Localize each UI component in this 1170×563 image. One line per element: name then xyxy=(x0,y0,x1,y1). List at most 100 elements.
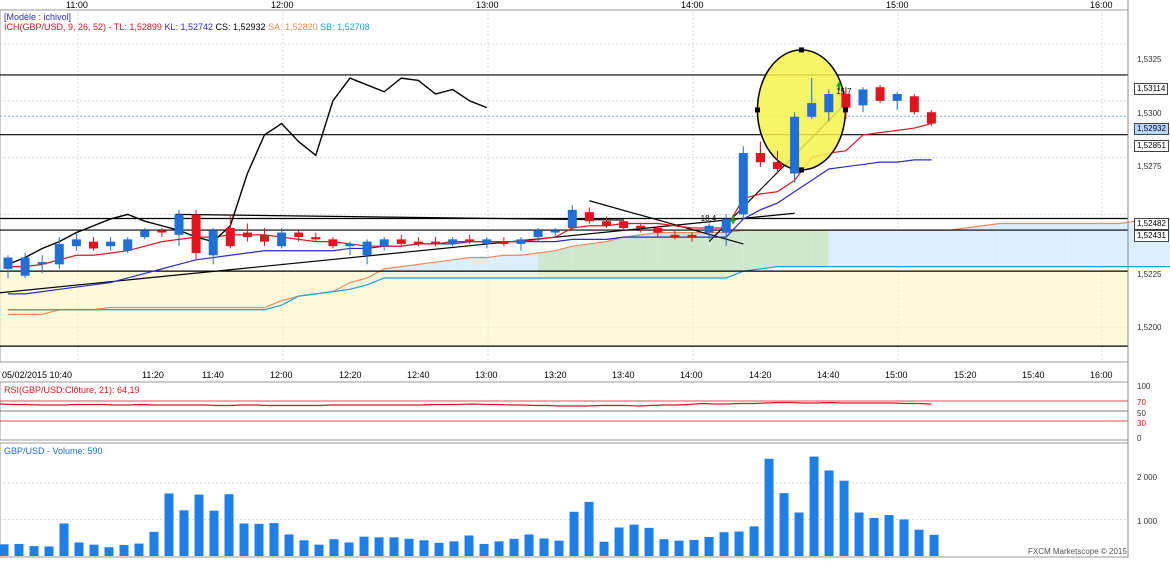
bottom-axis-label: 11:40 xyxy=(202,370,224,380)
volume-bar xyxy=(554,540,564,556)
candle-body xyxy=(448,239,458,244)
volume-bar xyxy=(434,542,444,556)
bottom-axis-label: 14:40 xyxy=(817,370,840,380)
candle-body xyxy=(875,87,885,101)
ellipse-handle xyxy=(842,107,848,113)
cloud-segment xyxy=(863,230,881,267)
sb-label: SB: 1,52708 xyxy=(320,22,370,32)
candle-body xyxy=(687,234,697,238)
price-badge: 1,52482 xyxy=(1134,218,1169,230)
volume-bar xyxy=(644,527,654,556)
price-axis-label: 1,5275 xyxy=(1137,162,1162,171)
volume-bar xyxy=(749,526,759,556)
ich-label: ICH(GBP/USD, 9, 26, 52) - xyxy=(4,22,112,32)
volume-bar xyxy=(479,543,489,556)
volume-bar xyxy=(89,544,99,556)
candle-body xyxy=(294,232,304,238)
bottom-axis-label: 12:20 xyxy=(339,370,362,380)
cs-label: CS: 1,52932 xyxy=(215,22,266,32)
candle-body xyxy=(379,239,389,247)
volume-bar xyxy=(74,542,84,556)
candle-body xyxy=(345,243,355,247)
volume-bar xyxy=(629,524,639,556)
bottom-axis-label: 11:20 xyxy=(142,370,164,380)
volume-bar xyxy=(179,510,189,556)
candle-body xyxy=(926,112,936,124)
volume-bar xyxy=(134,543,144,556)
bottom-axis-label: 16:00 xyxy=(1090,370,1113,380)
volume-bar xyxy=(914,529,924,556)
cloud-segment xyxy=(965,225,983,267)
top-axis-label: 13:00 xyxy=(476,0,499,10)
bottom-axis-label: 14:20 xyxy=(749,370,772,380)
volume-bar xyxy=(14,543,24,556)
ellipse-handle xyxy=(754,107,760,113)
bottom-axis-label: 15:40 xyxy=(1022,370,1045,380)
candle-body xyxy=(311,237,321,240)
price-axis-label: 1,5325 xyxy=(1137,55,1162,64)
volume-bar xyxy=(464,535,474,556)
volume-bar xyxy=(764,458,774,556)
candle-body xyxy=(807,103,817,117)
candle-body xyxy=(824,94,834,113)
volume-bar xyxy=(614,527,624,556)
volume-bar xyxy=(449,541,459,556)
chart-canvas[interactable] xyxy=(0,0,1170,558)
candle-body xyxy=(738,153,748,215)
volume-bar xyxy=(374,537,384,556)
volume-level-label: 1 000 xyxy=(1137,517,1158,526)
volume-bar xyxy=(779,493,789,556)
volume-bar xyxy=(314,544,324,556)
indicator-legend: ICH(GBP/USD, 9, 26, 52) - TL: 1,52899 KL… xyxy=(4,22,370,33)
cloud-segment xyxy=(794,230,812,267)
candle-body xyxy=(277,232,287,247)
candle-body xyxy=(773,162,782,169)
rsi-label: RSI(GBP/USD:Clôture, 21): 64,19 xyxy=(4,385,140,395)
candle-body xyxy=(3,257,13,269)
candle-body xyxy=(225,228,235,247)
volume-bar xyxy=(734,531,744,556)
candle-body xyxy=(636,225,646,229)
bottom-axis-label: 14:00 xyxy=(680,370,703,380)
annotation-label: -18.4 xyxy=(698,214,717,223)
bottom-axis-label: 15:20 xyxy=(954,370,977,380)
candle-body xyxy=(71,239,81,247)
candle-body xyxy=(208,230,218,256)
volume-bar xyxy=(119,545,129,556)
price-badge: 1,52851 xyxy=(1134,140,1169,152)
volume-bar xyxy=(149,531,159,556)
cloud-segment xyxy=(777,230,795,267)
bottom-axis-label: 15:00 xyxy=(885,370,908,380)
volume-bar xyxy=(59,523,69,556)
rsi-level-label: 50 xyxy=(1137,409,1146,418)
candle-body xyxy=(790,116,800,174)
volume-bar xyxy=(824,470,834,556)
candle-body xyxy=(328,239,338,247)
tl-label: TL: 1,52899 xyxy=(113,22,162,32)
volume-bar xyxy=(854,512,864,556)
candle-body xyxy=(191,214,201,253)
volume-bar xyxy=(584,501,594,556)
volume-bar xyxy=(539,538,549,556)
candle-body xyxy=(260,234,269,242)
cloud-segment xyxy=(760,230,778,269)
chart-window: [Modèle : ichivol] ICH(GBP/USD, 9, 26, 5… xyxy=(0,0,1170,558)
candle-body xyxy=(157,230,167,233)
cloud-segment xyxy=(880,230,898,267)
candle-body xyxy=(413,241,423,244)
candle-body xyxy=(533,230,543,238)
volume-bar xyxy=(389,537,399,556)
volume-bar xyxy=(569,511,579,556)
top-axis-label: 16:00 xyxy=(1090,0,1113,10)
price-axis-label: 1,5225 xyxy=(1137,270,1162,279)
candle-body xyxy=(602,221,611,226)
volume-bar xyxy=(164,493,174,556)
cloud-segment xyxy=(914,230,932,267)
volume-bar xyxy=(194,494,204,556)
price-badge: 1,53114 xyxy=(1134,83,1169,95)
candle-body xyxy=(909,96,919,113)
rsi-level-label: 0 xyxy=(1137,434,1142,443)
candle-body xyxy=(465,239,475,242)
volume-bar xyxy=(599,541,609,556)
candle-body xyxy=(704,225,714,233)
